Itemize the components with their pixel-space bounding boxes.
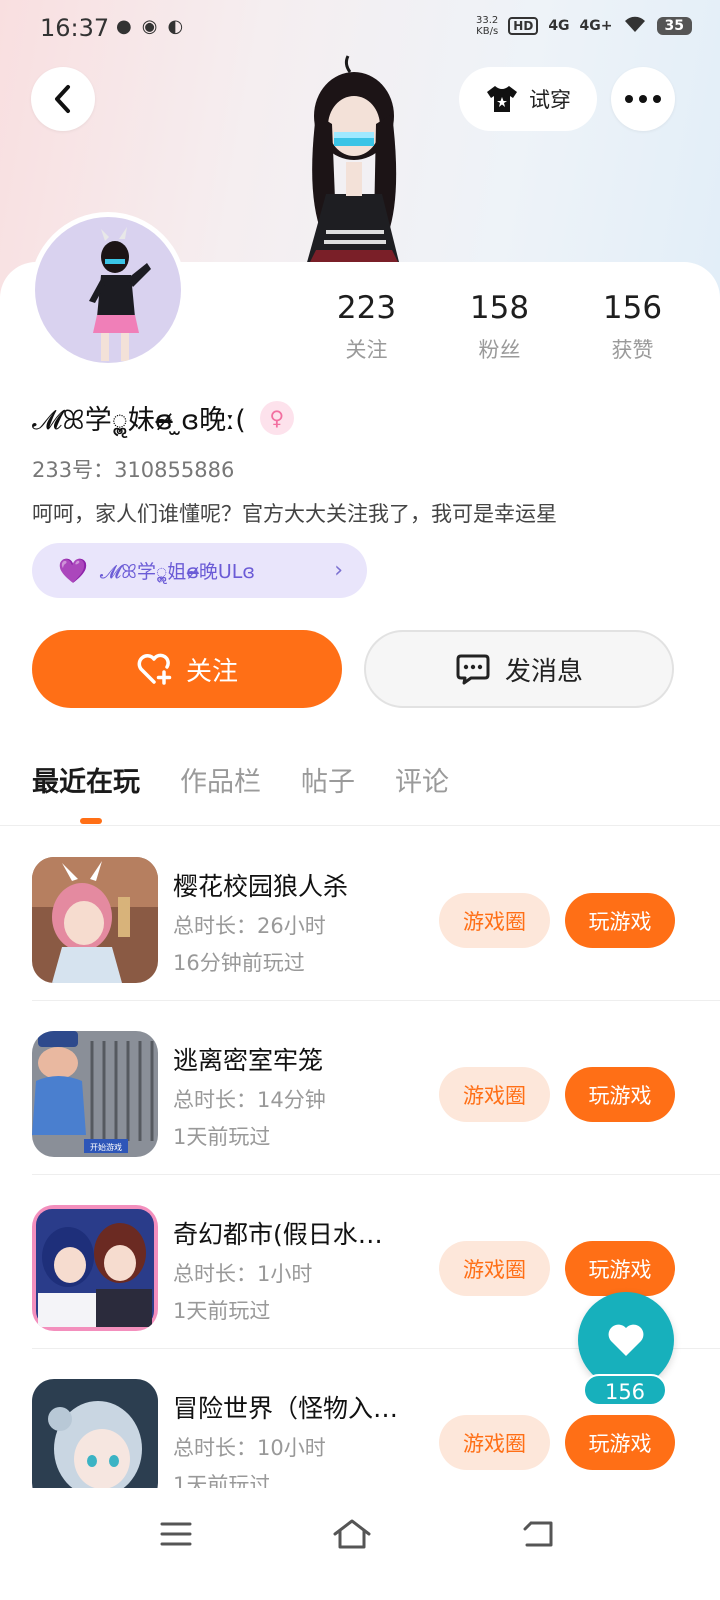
nickname: 𝓜ꕤ学ॢ̥妹ɞ̴̶̷ ̫ɞ晚ː( ♀ — [32, 398, 294, 437]
stat-followers[interactable]: 158 粉丝 — [433, 290, 566, 364]
game-last-played: 1天前玩过 — [173, 1299, 271, 1323]
game-title: 奇幻都市(假日水… — [173, 1220, 383, 1249]
game-duration: 总时长：10小时 — [173, 1436, 326, 1460]
message-label: 发消息 — [504, 656, 583, 687]
double-heart-icon: 💜 — [58, 556, 88, 585]
wechat-icon: ◉ — [141, 16, 158, 37]
profile-stats: 223 关注 158 粉丝 156 获赞 — [300, 290, 700, 364]
message-bubble-icon — [456, 654, 490, 685]
network-speed: 33.2 KB/s — [476, 15, 499, 37]
game-duration: 总时长：1小时 — [173, 1262, 313, 1286]
tab-comments[interactable]: 评论 — [395, 760, 449, 799]
cp-name: 𝓜ꕤ学ॢ̥姐ɞ̴̶̷晚ᑌᒪɞ — [99, 561, 255, 583]
tab-recently-played[interactable]: 最近在玩 — [32, 760, 140, 824]
user-id: 233号：310855886 — [32, 458, 235, 482]
game-last-played: 1天前玩过 — [173, 1125, 271, 1149]
chevron-left-icon — [55, 85, 70, 113]
game-circle-button[interactable]: 游戏圈 — [439, 1241, 550, 1296]
female-gender-icon: ♀ — [259, 400, 294, 435]
follow-button[interactable]: 关注 — [32, 630, 342, 708]
game-thumbnail: 开始游戏 — [32, 1031, 158, 1157]
avatar[interactable] — [30, 212, 186, 368]
status-time: 16:37 — [40, 14, 110, 42]
game-row[interactable]: 开始游戏 逃离密室牢笼 总时长：14分钟 1天前玩过 游戏圈 玩游戏 — [0, 1001, 720, 1175]
play-game-button[interactable]: 玩游戏 — [565, 1241, 675, 1296]
status-bar: 16:37 ● ◉ ◐ 33.2 KB/s HD 4G 4G+ 35 — [0, 0, 720, 56]
profile-tabs: 最近在玩 作品栏 帖子 评论 — [32, 760, 449, 824]
game-circle-button[interactable]: 游戏圈 — [439, 1067, 550, 1122]
heart-icon — [608, 1324, 644, 1356]
heart-plus-icon — [137, 653, 172, 685]
play-game-button[interactable]: 玩游戏 — [565, 1067, 675, 1122]
tshirt-icon — [487, 86, 517, 112]
menu-icon[interactable] — [146, 1512, 206, 1556]
follow-label: 关注 — [185, 656, 238, 687]
game-circle-button[interactable]: 游戏圈 — [439, 893, 550, 948]
game-thumbnail — [32, 1379, 158, 1505]
home-icon[interactable] — [322, 1512, 382, 1556]
play-game-button[interactable]: 玩游戏 — [565, 893, 675, 948]
svg-text:开始游戏: 开始游戏 — [90, 1142, 122, 1152]
game-title: 逃离密室牢笼 — [173, 1046, 324, 1075]
status-right: 33.2 KB/s HD 4G 4G+ 35 — [476, 14, 692, 38]
back-button[interactable] — [31, 67, 95, 131]
bio: 呵呵，家人们谁懂呢？官方大大关注我了，我可是幸运星 — [32, 502, 557, 526]
game-thumbnail — [32, 857, 158, 983]
system-navigation-bar — [0, 1488, 720, 1600]
try-on-label: 试穿 — [529, 88, 571, 112]
send-message-button[interactable]: 发消息 — [364, 630, 674, 708]
tabs-divider — [0, 825, 720, 826]
cp-relationship-pill[interactable]: 💜 𝓜ꕤ学ॢ̥姐ɞ̴̶̷晚ᑌᒪɞ › — [32, 543, 367, 598]
stat-following[interactable]: 223 关注 — [300, 290, 433, 364]
more-button[interactable] — [611, 67, 675, 131]
game-duration: 总时长：26小时 — [173, 914, 326, 938]
signal-4g-plus-icon: 4G+ — [579, 18, 613, 34]
battery-icon: 35 — [656, 17, 692, 35]
game-circle-button[interactable]: 游戏圈 — [439, 1415, 550, 1470]
notification-icons: ● ◉ ◐ — [116, 16, 183, 37]
nickname-text: 𝓜ꕤ学ॢ̥妹ɞ̴̶̷ ̫ɞ晚ː( — [32, 405, 246, 436]
game-title: 樱花校园狼人杀 — [173, 872, 349, 901]
game-row[interactable]: 樱花校园狼人杀 总时长：26小时 16分钟前玩过 游戏圈 玩游戏 — [0, 827, 720, 1001]
like-count: 156 — [583, 1374, 667, 1406]
tab-posts[interactable]: 帖子 — [301, 760, 355, 799]
game-thumbnail — [32, 1205, 158, 1331]
tab-works[interactable]: 作品栏 — [180, 760, 261, 799]
wifi-icon — [623, 14, 647, 38]
character-avatar-3d — [306, 55, 400, 266]
avatar-image — [35, 217, 181, 363]
game-title: 冒险世界（怪物入… — [173, 1394, 399, 1423]
app-notification-icon: ◐ — [167, 16, 184, 37]
play-game-button[interactable]: 玩游戏 — [565, 1415, 675, 1470]
game-last-played: 16分钟前玩过 — [173, 951, 305, 975]
try-on-button[interactable]: 试穿 — [459, 67, 597, 131]
game-duration: 总时长：14分钟 — [173, 1088, 326, 1112]
chevron-right-icon: › — [334, 558, 343, 583]
stat-likes[interactable]: 156 获赞 — [566, 290, 699, 364]
chat-bubble-icon: ● — [116, 16, 132, 37]
signal-4g-icon: 4G — [548, 18, 570, 34]
more-dots-icon — [625, 95, 661, 103]
back-nav-icon[interactable] — [508, 1512, 568, 1556]
hd-icon: HD — [508, 17, 539, 35]
